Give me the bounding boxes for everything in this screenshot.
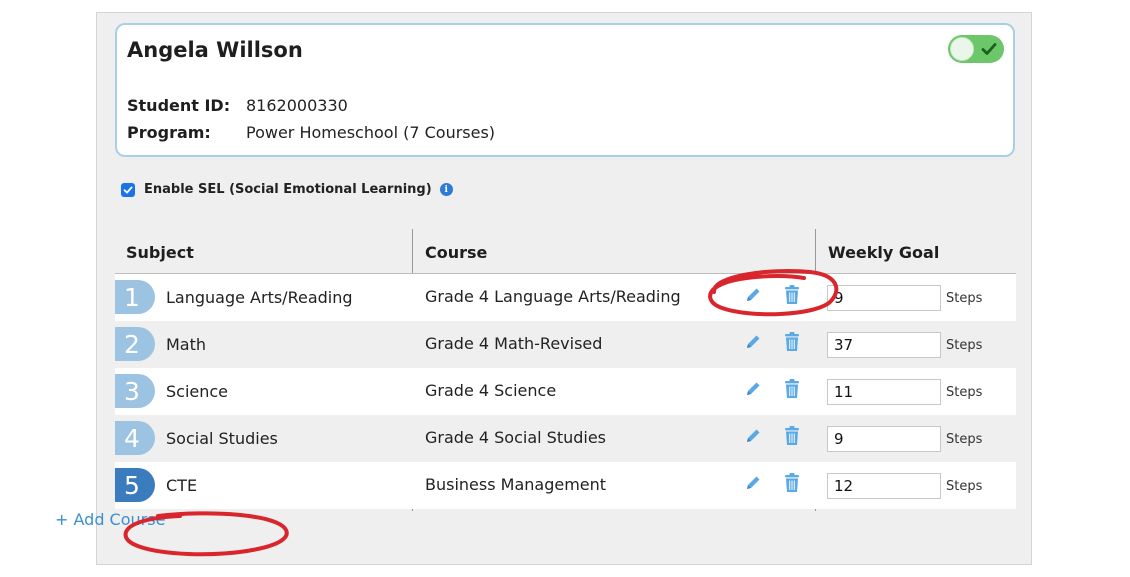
course-name: Grade 4 Language Arts/Reading [425,287,681,306]
program-row: Program: Power Homeschool (7 Courses) [127,123,495,142]
weekly-goal-input[interactable] [827,426,941,452]
checkmark-icon [123,186,133,193]
add-course-link[interactable]: + Add Course [55,510,165,529]
table-row: 3 Science Grade 4 Science Steps [115,368,1016,415]
table-row: 2 Math Grade 4 Math-Revised Steps [115,321,1016,368]
student-name: Angela Willson [127,38,303,62]
active-toggle[interactable] [948,35,1004,63]
subject-name: Science [166,382,229,401]
row-number-badge: 4 [115,421,155,455]
trash-icon[interactable] [782,378,802,400]
student-panel: Angela Willson Student ID: 8162000330 Pro… [96,12,1032,565]
subject-name: Math [166,335,207,354]
header-course: Course [425,243,488,262]
weekly-goal-input[interactable] [827,473,941,499]
student-id-label: Student ID: [127,96,231,115]
trash-icon[interactable] [782,425,802,447]
sel-checkbox[interactable] [121,182,135,197]
pencil-icon[interactable] [743,285,763,305]
goal-unit: Steps [946,338,983,353]
table-header: Subject Course Weekly Goal [115,229,1016,274]
trash-icon[interactable] [782,331,802,353]
student-id-value: 8162000330 [246,96,348,115]
student-card: Angela Willson Student ID: 8162000330 Pro… [115,23,1015,157]
header-weekly-goal: Weekly Goal [828,243,940,262]
weekly-goal-input[interactable] [827,332,941,358]
course-table: Subject Course Weekly Goal 1 Language Ar… [115,229,1016,511]
pencil-icon[interactable] [743,473,763,493]
course-name: Grade 4 Math-Revised [425,334,603,353]
weekly-goal-input[interactable] [827,285,941,311]
goal-unit: Steps [946,291,983,306]
table-row: 1 Language Arts/Reading Grade 4 Language… [115,274,1016,321]
header-subject: Subject [126,243,194,262]
pencil-icon[interactable] [743,379,763,399]
goal-unit: Steps [946,432,983,447]
pencil-icon[interactable] [743,332,763,352]
table-row: 4 Social Studies Grade 4 Social Studies … [115,415,1016,462]
row-number-badge: 2 [115,327,155,361]
trash-icon[interactable] [782,284,802,306]
subject-name: Social Studies [166,429,278,448]
row-number-badge: 5 [115,468,155,502]
program-value: Power Homeschool (7 Courses) [246,123,496,142]
info-icon[interactable]: i [439,183,453,196]
course-name: Grade 4 Science [425,381,557,400]
sel-option: Enable SEL (Social Emotional Learning) i [121,182,453,197]
toggle-knob [950,37,974,61]
check-icon [981,43,997,55]
sel-label: Enable SEL (Social Emotional Learning) [144,182,432,197]
program-label: Program: [127,123,211,142]
row-number-badge: 1 [115,280,155,314]
weekly-goal-input[interactable] [827,379,941,405]
course-name: Business Management [425,475,607,494]
course-name: Grade 4 Social Studies [425,428,607,447]
row-number-badge: 3 [115,374,155,408]
table-row: 5 CTE Business Management Steps [115,462,1016,509]
student-id-row: Student ID: 8162000330 [127,96,348,115]
pencil-icon[interactable] [743,426,763,446]
subject-name: CTE [166,476,198,495]
trash-icon[interactable] [782,472,802,494]
goal-unit: Steps [946,479,983,494]
goal-unit: Steps [946,385,983,400]
subject-name: Language Arts/Reading [166,288,353,307]
